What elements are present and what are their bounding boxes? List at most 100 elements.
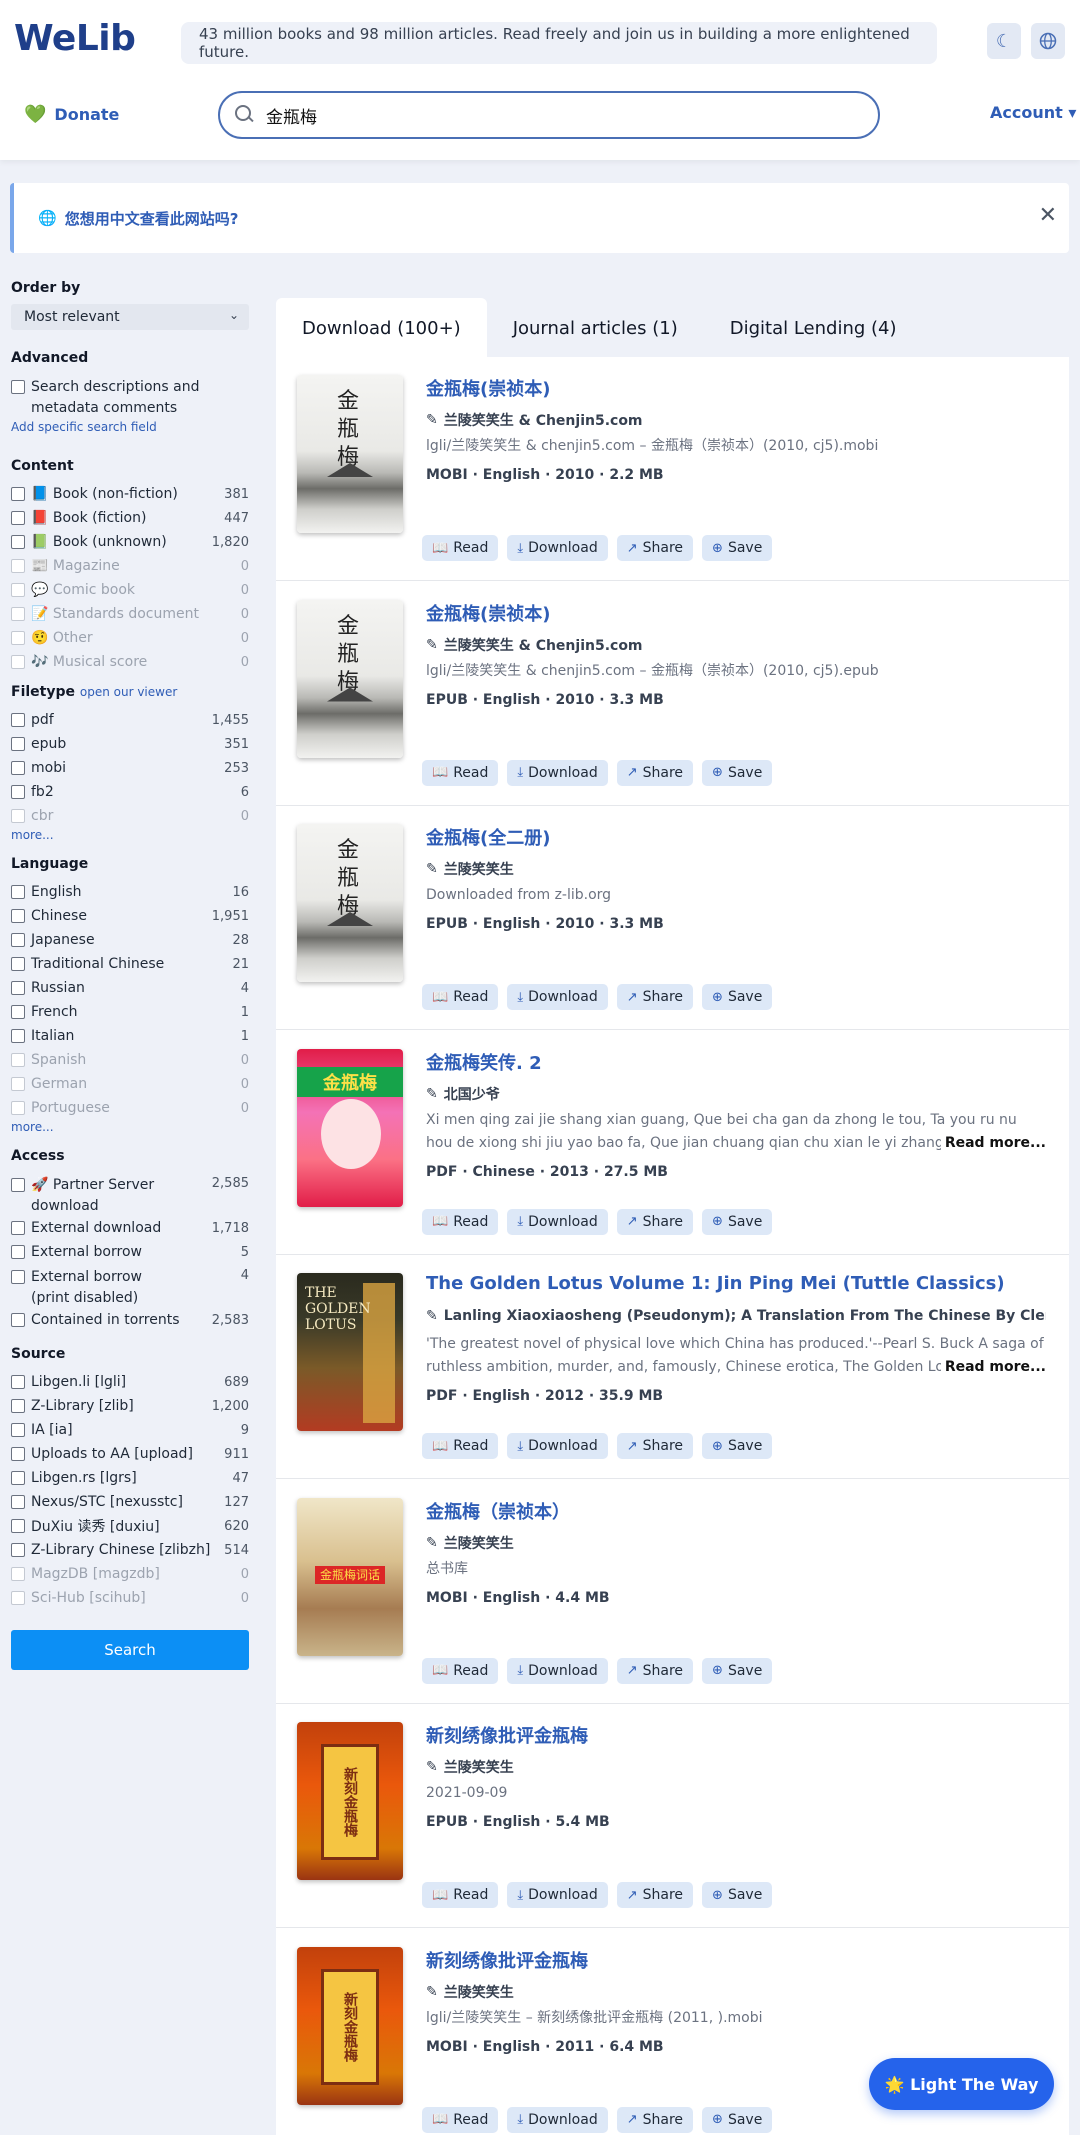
checkbox[interactable] — [11, 1178, 25, 1192]
read-button[interactable]: 📖 Read — [422, 1657, 499, 1684]
language-filter-option[interactable]: Italian 1 — [11, 1024, 251, 1048]
read-button[interactable]: 📖 Read — [422, 759, 499, 786]
language-filter-option[interactable]: Spanish 0 — [11, 1048, 251, 1072]
checkbox[interactable] — [11, 380, 25, 394]
checkbox[interactable] — [11, 1101, 25, 1115]
book-cover[interactable]: THE GOLDEN LOTUS — [297, 1273, 403, 1431]
donate-link[interactable]: 💚 Donate — [24, 104, 119, 125]
result-title-link[interactable]: The Golden Lotus Volume 1: Jin Ping Mei … — [426, 1273, 1046, 1294]
checkbox[interactable] — [11, 1005, 25, 1019]
source-filter-option[interactable]: Uploads to AA [upload] 911 — [11, 1442, 251, 1466]
checkbox[interactable] — [11, 631, 25, 645]
content-filter-option[interactable]: 📘 Book (non-fiction) 381 — [11, 482, 251, 506]
tab-1[interactable]: Journal articles (1) — [487, 298, 704, 358]
book-cover[interactable]: 新刻金瓶梅 — [297, 1722, 403, 1880]
book-cover[interactable]: 新刻金瓶梅 — [297, 1946, 403, 2105]
access-filter-option[interactable]: Contained in torrents 2,583 — [11, 1308, 251, 1332]
share-button[interactable]: ↗ Share — [616, 1433, 694, 1459]
book-cover[interactable]: 金瓶梅 — [297, 1048, 403, 1207]
save-button[interactable]: ⊕ Save — [702, 984, 773, 1010]
content-filter-option[interactable]: 📰 Magazine 0 — [11, 554, 251, 578]
result-title-link[interactable]: 新刻绣像批评金瓶梅 — [426, 1722, 1046, 1748]
checkbox[interactable] — [11, 1375, 25, 1389]
checkbox[interactable] — [11, 1270, 25, 1284]
light-the-way-button[interactable]: 🌟 Light The Way — [869, 2058, 1054, 2110]
content-filter-option[interactable]: 📗 Book (unknown) 1,820 — [11, 530, 251, 554]
book-cover[interactable]: 金瓶梅 — [297, 375, 403, 533]
language-filter-option[interactable]: French 1 — [11, 1000, 251, 1024]
read-button[interactable]: 📖 Read — [422, 984, 499, 1010]
filetype-more-link[interactable]: more... — [11, 828, 251, 842]
language-filter-option[interactable]: Japanese 28 — [11, 928, 251, 952]
checkbox[interactable] — [11, 933, 25, 947]
save-button[interactable]: ⊕ Save — [702, 1882, 773, 1908]
language-button[interactable] — [1031, 23, 1065, 59]
checkbox[interactable] — [11, 761, 25, 775]
search-bar[interactable] — [218, 91, 880, 139]
checkbox[interactable] — [11, 1471, 25, 1485]
checkbox[interactable] — [11, 1245, 25, 1259]
download-button[interactable]: ⤓ Download — [507, 984, 608, 1010]
save-button[interactable]: ⊕ Save — [702, 1433, 773, 1459]
result-title-link[interactable]: 金瓶梅笑传. 2 — [426, 1049, 1046, 1075]
content-filter-option[interactable]: 🤨 Other 0 — [11, 626, 251, 650]
checkbox[interactable] — [11, 957, 25, 971]
checkbox[interactable] — [11, 1221, 25, 1235]
share-button[interactable]: ↗ Share — [616, 1657, 694, 1684]
checkbox[interactable] — [11, 511, 25, 525]
share-button[interactable]: ↗ Share — [616, 1208, 694, 1235]
read-button[interactable]: 📖 Read — [422, 1882, 499, 1908]
source-filter-option[interactable]: Nexus/STC [nexusstc] 127 — [11, 1490, 251, 1514]
search-button[interactable]: Search — [11, 1630, 249, 1670]
language-filter-option[interactable]: English 16 — [11, 880, 251, 904]
result-title-link[interactable]: 新刻绣像批评金瓶梅 — [426, 1947, 1046, 1973]
save-button[interactable]: ⊕ Save — [702, 2106, 773, 2133]
save-button[interactable]: ⊕ Save — [702, 1208, 773, 1235]
source-filter-option[interactable]: DuXiu 读秀 [duxiu] 620 — [11, 1514, 251, 1538]
checkbox[interactable] — [11, 1447, 25, 1461]
content-filter-option[interactable]: 💬 Comic book 0 — [11, 578, 251, 602]
content-filter-option[interactable]: 🎶 Musical score 0 — [11, 650, 251, 674]
source-filter-option[interactable]: Sci-Hub [scihub] 0 — [11, 1586, 251, 1610]
share-button[interactable]: ↗ Share — [616, 984, 694, 1010]
checkbox[interactable] — [11, 1053, 25, 1067]
checkbox[interactable] — [11, 487, 25, 501]
filetype-filter-option[interactable]: fb2 6 — [11, 780, 251, 804]
read-button[interactable]: 📖 Read — [422, 1208, 499, 1235]
checkbox[interactable] — [11, 535, 25, 549]
save-button[interactable]: ⊕ Save — [702, 535, 773, 561]
share-button[interactable]: ↗ Share — [616, 535, 694, 561]
checkbox[interactable] — [11, 785, 25, 799]
checkbox[interactable] — [11, 583, 25, 597]
content-filter-option[interactable]: 📕 Book (fiction) 447 — [11, 506, 251, 530]
search-descriptions-option[interactable]: Search descriptions and metadata comment… — [11, 374, 251, 418]
checkbox[interactable] — [11, 1399, 25, 1413]
checkbox[interactable] — [11, 559, 25, 573]
checkbox[interactable] — [11, 655, 25, 669]
save-button[interactable]: ⊕ Save — [702, 1657, 773, 1684]
language-filter-option[interactable]: German 0 — [11, 1072, 251, 1096]
content-filter-option[interactable]: 📝 Standards document 0 — [11, 602, 251, 626]
add-search-field-link[interactable]: Add specific search field — [11, 420, 251, 434]
download-button[interactable]: ⤓ Download — [507, 1882, 608, 1908]
download-button[interactable]: ⤓ Download — [507, 1433, 608, 1459]
language-filter-option[interactable]: Portuguese 0 — [11, 1096, 251, 1120]
checkbox[interactable] — [11, 1077, 25, 1091]
source-filter-option[interactable]: Z-Library [zlib] 1,200 — [11, 1394, 251, 1418]
filetype-filter-option[interactable]: pdf 1,455 — [11, 708, 251, 732]
filetype-filter-option[interactable]: cbr 0 — [11, 804, 251, 828]
book-cover[interactable]: 金瓶梅 — [297, 824, 403, 982]
checkbox[interactable] — [11, 1423, 25, 1437]
result-title-link[interactable]: 金瓶梅(全二册) — [426, 824, 1046, 850]
result-title-link[interactable]: 金瓶梅(崇祯本) — [426, 600, 1046, 626]
checkbox[interactable] — [11, 1029, 25, 1043]
access-filter-option[interactable]: External download 1,718 — [11, 1216, 251, 1240]
access-filter-option[interactable]: 🚀 Partner Server download 2,585 — [11, 1172, 251, 1216]
checkbox[interactable] — [11, 1313, 25, 1327]
language-filter-option[interactable]: Chinese 1,951 — [11, 904, 251, 928]
share-button[interactable]: ↗ Share — [616, 759, 694, 786]
checkbox[interactable] — [11, 981, 25, 995]
read-button[interactable]: 📖 Read — [422, 1433, 499, 1459]
download-button[interactable]: ⤓ Download — [507, 1657, 608, 1684]
read-button[interactable]: 📖 Read — [422, 2106, 499, 2133]
